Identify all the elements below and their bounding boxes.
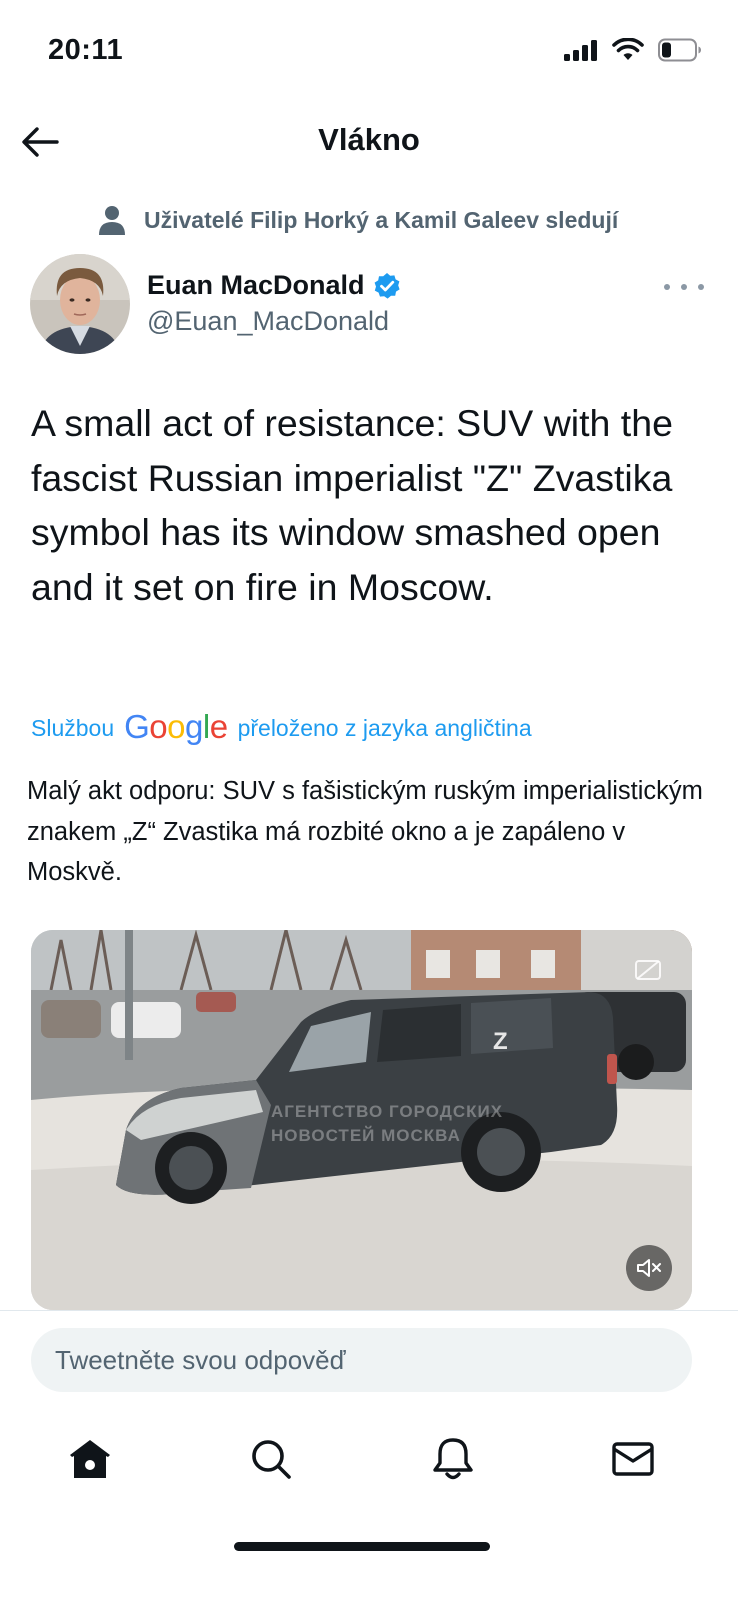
- more-dot-icon: [664, 284, 670, 290]
- divider: [0, 1310, 738, 1311]
- author-name-row[interactable]: Euan MacDonald: [147, 270, 401, 301]
- bell-icon: [433, 1438, 473, 1480]
- more-dot-icon: [698, 284, 704, 290]
- avatar[interactable]: [30, 254, 130, 354]
- home-indicator[interactable]: [234, 1542, 490, 1551]
- translated-text: Malý akt odporu: SUV s fašistickým ruský…: [27, 777, 703, 886]
- speaker-muted-icon: [637, 1259, 661, 1277]
- person-icon: [99, 206, 125, 235]
- social-context[interactable]: Uživatelé Filip Horký a Kamil Galeev sle…: [98, 205, 618, 235]
- social-context-text: Uživatelé Filip Horký a Kamil Galeev sle…: [144, 206, 619, 233]
- tab-home[interactable]: [65, 1434, 115, 1484]
- author-handle: @Euan_MacDonald: [147, 306, 390, 336]
- tab-search[interactable]: [246, 1434, 296, 1484]
- tab-notifications[interactable]: [428, 1434, 478, 1484]
- door-letter: Z: [493, 1028, 508, 1055]
- tweet-text: A small act of resistance: SUV with the …: [31, 402, 673, 608]
- page-title: Vlákno: [318, 122, 420, 157]
- verified-badge-icon: [374, 272, 400, 299]
- translation-attribution[interactable]: Službou Google přeloženo z jazyka anglič…: [31, 708, 532, 747]
- watermark-line1: АГЕНТСТВО ГОРОДСКИХ: [271, 1102, 504, 1121]
- tab-bar: [0, 1420, 738, 1500]
- translation-suffix: přeloženo z jazyka angličtina: [237, 714, 532, 741]
- more-dot-icon: [681, 284, 687, 290]
- wifi-icon: [612, 38, 644, 60]
- battery-icon: [658, 38, 701, 62]
- mute-button[interactable]: [626, 1245, 672, 1291]
- mail-icon: [612, 1442, 654, 1476]
- search-icon: [252, 1440, 291, 1479]
- status-icons: [564, 38, 702, 62]
- watermark-line2: НОВОСТЕЙ МОСКВА: [271, 1126, 461, 1145]
- status-bar: 20:11: [0, 0, 738, 100]
- author-name: Euan MacDonald: [147, 270, 365, 300]
- avatar-image: [30, 254, 130, 354]
- cellular-signal-icon: [564, 40, 597, 61]
- tweet-video[interactable]: Z АГЕНТСТВО ГОРОДСКИХ НОВОСТЕЙ МОСКВА: [31, 930, 692, 1310]
- home-icon: [70, 1440, 110, 1478]
- nav-header: Vlákno: [0, 100, 738, 180]
- more-options-button[interactable]: [664, 276, 704, 298]
- google-logo: Google: [124, 708, 228, 745]
- video-watermark: АГЕНТСТВО ГОРОДСКИХ НОВОСТЕЙ МОСКВА: [271, 1100, 591, 1148]
- captions-icon: [635, 960, 661, 980]
- tab-messages[interactable]: [608, 1434, 658, 1484]
- status-time: 20:11: [48, 34, 124, 66]
- reply-input[interactable]: [31, 1328, 692, 1392]
- translation-prefix: Službou: [31, 714, 115, 741]
- captions-button[interactable]: [634, 958, 662, 982]
